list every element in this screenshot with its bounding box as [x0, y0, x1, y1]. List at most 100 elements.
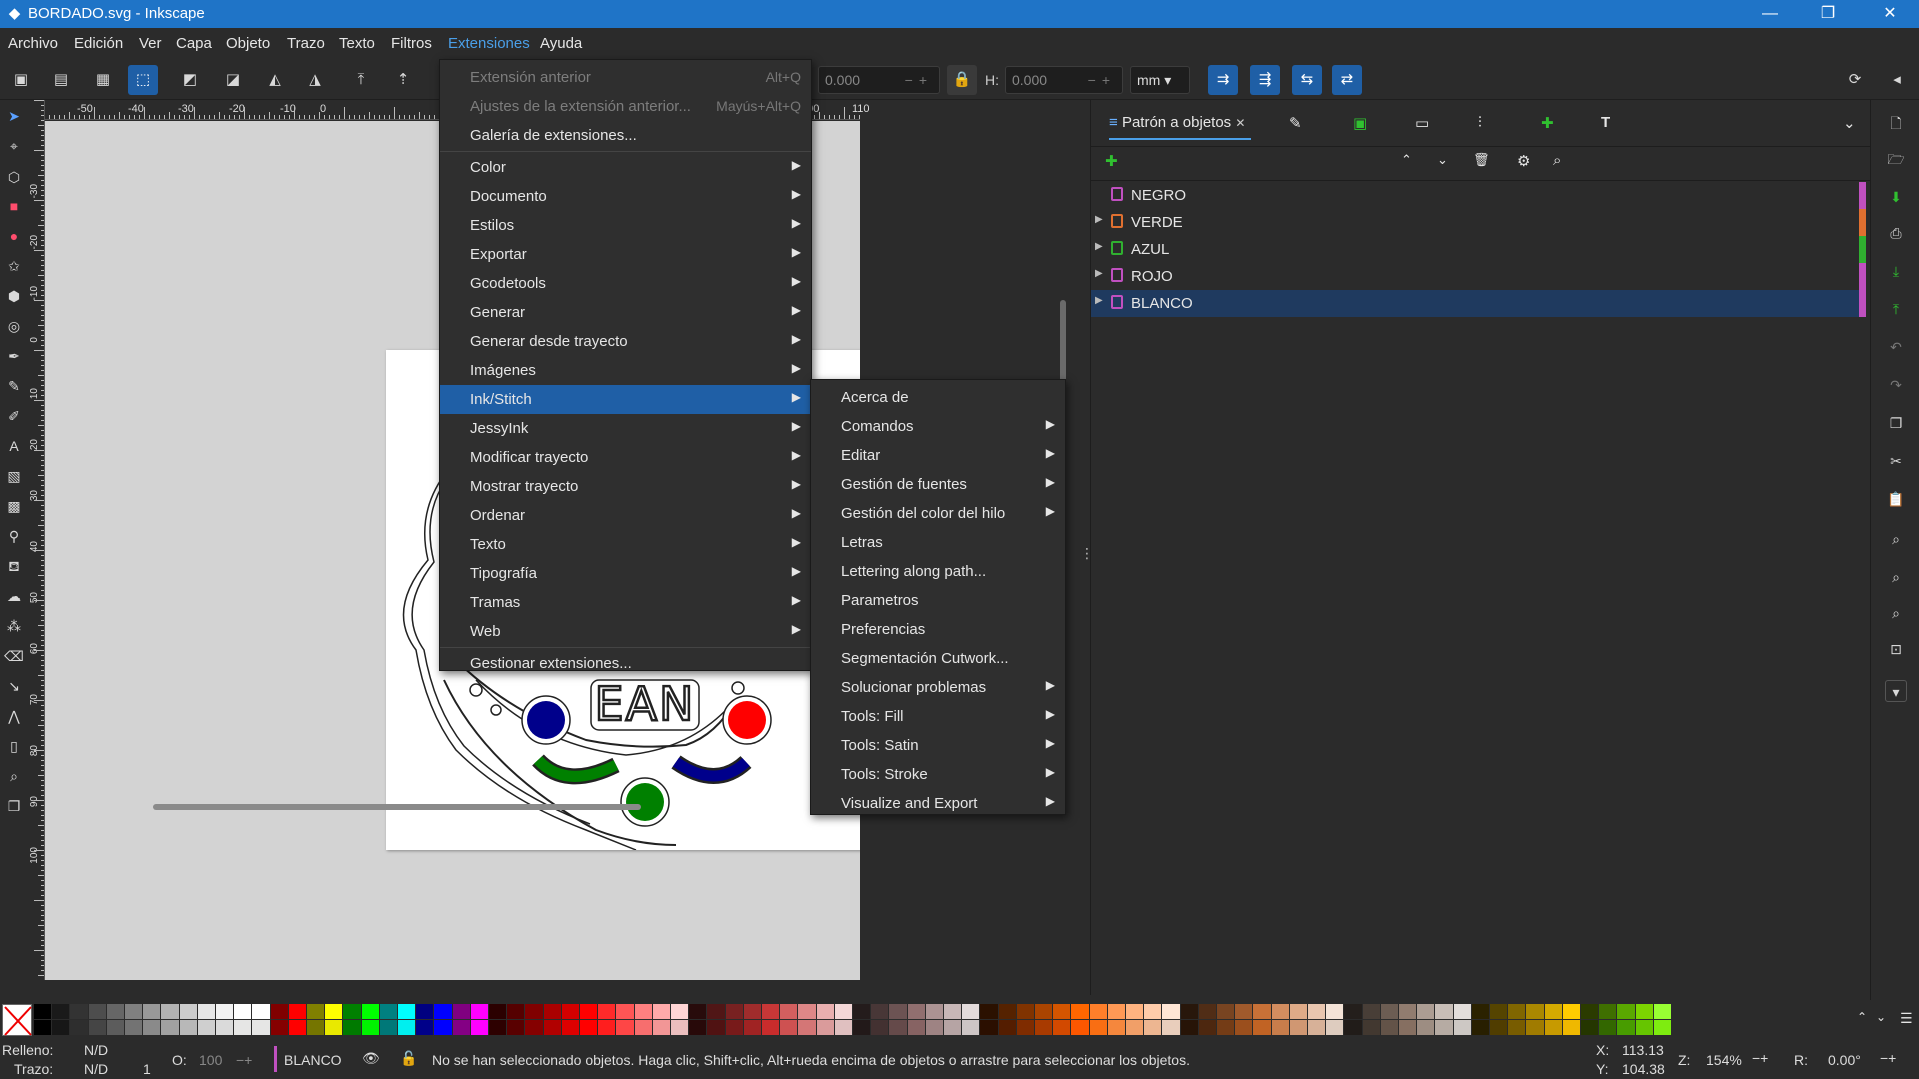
color-swatch[interactable] — [780, 1020, 798, 1035]
color-swatch[interactable] — [907, 1020, 925, 1035]
menu-item-tipografia[interactable]: Tipografía ▶ — [440, 559, 811, 588]
color-swatch[interactable] — [1417, 1004, 1435, 1019]
undo-icon[interactable]: ↶ — [1885, 336, 1907, 358]
color-swatch[interactable] — [1653, 1004, 1671, 1019]
gradient-tool-icon[interactable]: ▧ — [3, 465, 25, 487]
color-swatch[interactable] — [143, 1004, 161, 1019]
move-up-icon[interactable]: ⌃ — [1401, 152, 1412, 168]
color-swatch[interactable] — [1235, 1004, 1253, 1019]
color-swatch[interactable] — [161, 1004, 179, 1019]
color-swatch[interactable] — [52, 1020, 70, 1035]
menu-item-ordenar[interactable]: Ordenar ▶ — [440, 501, 811, 530]
color-swatch[interactable] — [871, 1020, 889, 1035]
color-swatch[interactable] — [689, 1004, 707, 1019]
color-swatch[interactable] — [1271, 1004, 1289, 1019]
menu-item-exportar[interactable]: Exportar ▶ — [440, 240, 811, 269]
color-swatch[interactable] — [743, 1020, 761, 1035]
menu-item-generar[interactable]: Generar ▶ — [440, 298, 811, 327]
layer-visibility-icon[interactable]: 👁 — [362, 1050, 380, 1067]
layer-row-azul[interactable]: ▶ AZUL — [1091, 236, 1866, 263]
color-swatch[interactable] — [470, 1004, 488, 1019]
dropper-tool-icon[interactable]: ⚲ — [3, 525, 25, 547]
color-swatch[interactable] — [398, 1020, 416, 1035]
more-commands-icon[interactable]: ▾ — [1885, 680, 1907, 702]
color-swatch[interactable] — [889, 1004, 907, 1019]
menu-item-gestion-de-fuentes[interactable]: Gestión de fuentes ▶ — [811, 470, 1065, 499]
redo-icon[interactable]: ↷ — [1885, 374, 1907, 396]
color-swatch[interactable] — [106, 1020, 124, 1035]
color-swatch[interactable] — [1344, 1020, 1362, 1035]
settings-gear-icon[interactable]: ⚙ — [1517, 152, 1530, 170]
color-swatch[interactable] — [1016, 1020, 1034, 1035]
stroke-value[interactable]: N/D — [84, 1061, 108, 1077]
rotate-stepper[interactable]: −+ — [1880, 1050, 1896, 1066]
menu-item-galeria-de-extensiones[interactable]: Galería de extensiones... — [440, 121, 811, 150]
color-swatch[interactable] — [161, 1020, 179, 1035]
color-swatch[interactable] — [288, 1020, 306, 1035]
color-swatch[interactable] — [361, 1020, 379, 1035]
save-icon[interactable]: ⬇ — [1885, 186, 1907, 208]
menu-item-color[interactable]: Color ▶ — [440, 153, 811, 182]
color-swatch[interactable] — [1089, 1004, 1107, 1019]
color-swatch[interactable] — [470, 1020, 488, 1035]
color-swatch[interactable] — [616, 1020, 634, 1035]
color-swatch[interactable] — [307, 1004, 325, 1019]
tab-document-icon[interactable]: ▭ — [1415, 114, 1429, 140]
color-swatch[interactable] — [52, 1004, 70, 1019]
menu-item-parametros[interactable]: Parametros — [811, 586, 1065, 615]
menu-item-estilos[interactable]: Estilos ▶ — [440, 211, 811, 240]
menu-item-preferencias[interactable]: Preferencias — [811, 615, 1065, 644]
palette-scroll-up-icon[interactable]: ⌃ — [1857, 1010, 1867, 1024]
menu-item-generar-desde-trayecto[interactable]: Generar desde trayecto ▶ — [440, 327, 811, 356]
mesh-tool-icon[interactable]: ▩ — [3, 495, 25, 517]
color-swatch[interactable] — [1508, 1020, 1526, 1035]
color-swatch[interactable] — [179, 1020, 197, 1035]
flip-vertical-icon[interactable]: ◮ — [300, 65, 330, 95]
menu-item-tools-stroke[interactable]: Tools: Stroke ▶ — [811, 760, 1065, 789]
color-swatch[interactable] — [1453, 1020, 1471, 1035]
color-swatch[interactable] — [125, 1020, 143, 1035]
color-swatch[interactable] — [1053, 1004, 1071, 1019]
color-swatch[interactable] — [743, 1004, 761, 1019]
color-swatch[interactable] — [834, 1004, 852, 1019]
color-swatch[interactable] — [816, 1020, 834, 1035]
menu-filtros[interactable]: Filtros — [391, 35, 432, 52]
menu-item-jessyink[interactable]: JessyInk ▶ — [440, 414, 811, 443]
menu-item-acerca-de[interactable]: Acerca de — [811, 383, 1065, 412]
color-swatch[interactable] — [1235, 1020, 1253, 1035]
color-swatch[interactable] — [580, 1020, 598, 1035]
color-swatch[interactable] — [1380, 1020, 1398, 1035]
color-swatch[interactable] — [1144, 1020, 1162, 1035]
color-swatch[interactable] — [1581, 1004, 1599, 1019]
star-tool-icon[interactable]: ✩ — [3, 255, 25, 277]
color-swatch[interactable] — [1107, 1020, 1125, 1035]
menu-objeto[interactable]: Objeto — [226, 35, 270, 52]
menu-item-solucionar-problemas[interactable]: Solucionar problemas ▶ — [811, 673, 1065, 702]
color-swatch[interactable] — [216, 1020, 234, 1035]
close-button[interactable]: ✕ — [1861, 0, 1919, 28]
color-swatch[interactable] — [671, 1004, 689, 1019]
paste-icon[interactable]: 📋 — [1885, 488, 1907, 510]
color-swatch[interactable] — [1308, 1020, 1326, 1035]
menu-archivo[interactable]: Archivo — [8, 35, 58, 52]
color-swatch[interactable] — [780, 1004, 798, 1019]
color-swatch[interactable] — [925, 1004, 943, 1019]
zoom-field[interactable]: 154% — [1706, 1052, 1742, 1068]
search-icon[interactable]: ⌕ — [1553, 152, 1561, 169]
color-swatch[interactable] — [34, 1020, 52, 1035]
color-swatch[interactable] — [998, 1020, 1016, 1035]
menu-item-documento[interactable]: Documento ▶ — [440, 182, 811, 211]
color-swatch[interactable] — [1362, 1004, 1380, 1019]
color-swatch[interactable] — [1617, 1020, 1635, 1035]
palette-menu-icon[interactable]: ☰ — [1900, 1010, 1913, 1027]
color-swatch[interactable] — [871, 1004, 889, 1019]
add-layer-icon[interactable]: ✚ — [1105, 152, 1118, 170]
paint-bucket-icon[interactable]: ⛾ — [3, 555, 25, 577]
node-tool-icon[interactable]: ⌖ — [3, 135, 25, 157]
color-swatch[interactable] — [398, 1004, 416, 1019]
color-swatch[interactable] — [907, 1004, 925, 1019]
color-swatch[interactable] — [507, 1020, 525, 1035]
color-swatch[interactable] — [543, 1004, 561, 1019]
color-swatch[interactable] — [1599, 1004, 1617, 1019]
color-swatch[interactable] — [179, 1004, 197, 1019]
